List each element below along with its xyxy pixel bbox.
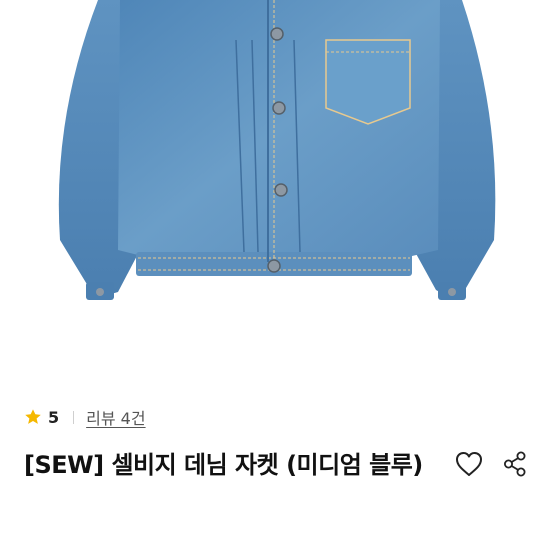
rating-divider bbox=[73, 410, 75, 424]
star-icon bbox=[25, 409, 41, 424]
review-count-link[interactable]: 리뷰 4건 bbox=[86, 405, 145, 429]
rating-value: 5 bbox=[48, 407, 60, 427]
product-image bbox=[0, 0, 554, 330]
product-title: [SEW] 셀비지 데님 자켓 (미디엄 블루) bbox=[24, 451, 423, 479]
heart-outline-icon bbox=[456, 452, 482, 476]
share-button[interactable] bbox=[497, 446, 533, 482]
rating-row: 5 리뷰 4건 bbox=[24, 404, 146, 430]
wishlist-button[interactable] bbox=[451, 446, 487, 482]
share-icon bbox=[504, 451, 526, 477]
denim-jacket-illustration bbox=[58, 0, 496, 300]
